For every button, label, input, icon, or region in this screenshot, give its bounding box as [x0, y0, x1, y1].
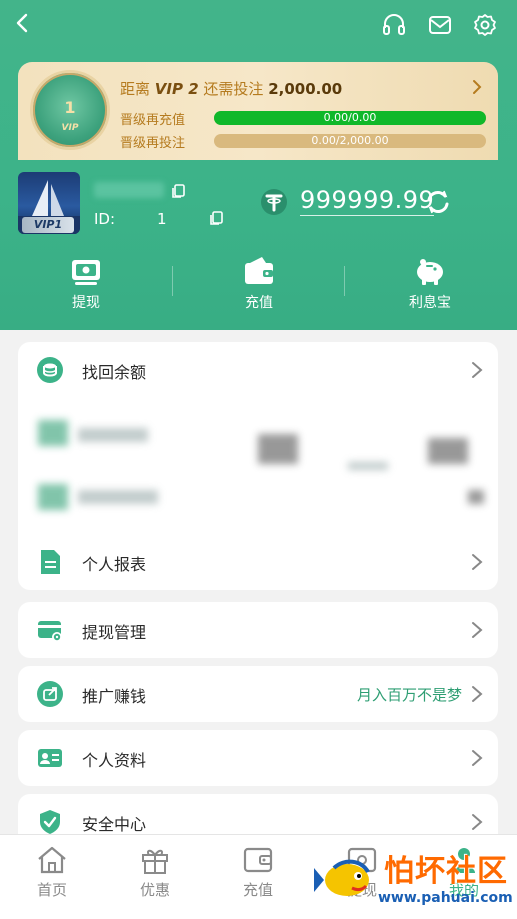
chevron-right-icon [472, 750, 483, 766]
bet-label: 晋级再投注 [120, 136, 186, 151]
account-header: 1 VIP 距离 VIP 2 还需投注 2,000.00 晋级再充值 0.00/… [0, 0, 517, 330]
action-withdraw-label: 提现 [72, 295, 100, 311]
menu-profile[interactable]: 个人资料 [18, 730, 498, 786]
vip-level-badge: 1 VIP [30, 70, 110, 150]
recharge-progress-text: 0.00/0.00 [323, 111, 377, 124]
piggy-bank-icon [417, 259, 443, 285]
user-vip-tag: VIP1 [22, 217, 74, 233]
menu-personal-report-label: 个人报表 [82, 555, 147, 574]
fish-logo-icon [314, 859, 370, 896]
wallet-icon [245, 257, 273, 284]
tab-home[interactable]: 首页 [12, 845, 92, 911]
chevron-right-icon [472, 814, 483, 830]
blurred-text [78, 490, 158, 504]
divider [172, 266, 173, 296]
share-icon [37, 681, 63, 707]
refresh-icon[interactable] [424, 188, 452, 216]
menu-promote-slogan: 月入百万不是梦 [356, 686, 462, 704]
menu-withdraw-management-label: 提现管理 [82, 623, 147, 642]
vip-progress-card[interactable]: 1 VIP 距离 VIP 2 还需投注 2,000.00 晋级再充值 0.00/… [18, 62, 498, 160]
bet-progress-bar: 0.00/2,000.00 [214, 134, 486, 148]
tab-home-label: 首页 [36, 881, 67, 899]
chevron-right-icon[interactable] [468, 78, 486, 96]
chevron-right-icon [472, 686, 483, 702]
report-icon [41, 550, 60, 574]
tab-promotions[interactable]: 优惠 [115, 845, 195, 911]
recharge-progress-bar: 0.00/0.00 [214, 111, 486, 125]
menu-personal-report[interactable]: 个人报表 [18, 534, 498, 590]
vip-mid: 还需投注 [203, 80, 264, 98]
menu-card-main: 找回余额 个人报表 [18, 342, 498, 590]
vip-badge-text: VIP [61, 123, 79, 133]
menu-security-label: 安全中心 [82, 815, 147, 834]
withdraw-icon [72, 260, 100, 285]
chevron-right-icon [472, 622, 483, 638]
menu-card-withdraw: 提现管理 [18, 602, 498, 658]
watermark-text: 怕坏社区 [384, 854, 508, 889]
blurred-icon [38, 484, 68, 510]
action-recharge[interactable]: 充值 [199, 254, 319, 314]
bet-progress-text: 0.00/2,000.00 [311, 134, 389, 147]
gear-icon[interactable] [472, 12, 498, 38]
menu-card-promote: 推广赚钱 月入百万不是梦 [18, 666, 498, 722]
chevron-right-icon [472, 362, 483, 378]
user-id-value: 1 [157, 210, 167, 228]
action-interest-label: 利息宝 [409, 295, 451, 311]
id-card-icon [38, 749, 62, 767]
divider [344, 266, 345, 296]
watermark-url: www.pahuai.com [378, 890, 513, 906]
menu-card-profile: 个人资料 [18, 730, 498, 786]
chevron-right-icon [472, 554, 483, 570]
tab-recharge-label: 充值 [242, 881, 273, 899]
menu-profile-label: 个人资料 [82, 751, 147, 770]
home-icon [38, 846, 66, 874]
vip-next-level-text: 距离 VIP 2 还需投注 2,000.00 [120, 78, 342, 99]
recharge-label: 晋级再充值 [120, 113, 186, 128]
back-icon[interactable] [10, 10, 36, 36]
headset-icon[interactable] [381, 12, 407, 38]
vip-badge-level: 1 [64, 98, 76, 117]
tab-recharge[interactable]: 充值 [218, 845, 298, 911]
watermark: 怕坏社区 www.pahuai.com [312, 846, 517, 919]
blurred-text [428, 438, 468, 464]
gift-icon [142, 849, 168, 874]
card-settings-icon [38, 621, 62, 642]
menu-withdraw-management[interactable]: 提现管理 [18, 602, 498, 658]
action-interest[interactable]: 利息宝 [370, 254, 490, 314]
coins-icon [37, 357, 63, 383]
blurred-text [348, 462, 388, 470]
vip-required-amount: 2,000.00 [268, 80, 343, 98]
username-blurred [94, 182, 164, 198]
blurred-text [78, 428, 148, 442]
balance-amount: 999999.99 [300, 186, 435, 216]
wallet-icon [243, 847, 273, 873]
blurred-text [468, 490, 484, 504]
menu-promote[interactable]: 推广赚钱 月入百万不是梦 [18, 666, 498, 722]
vip-next-level: VIP 2 [154, 80, 199, 98]
top-bar [0, 0, 517, 50]
action-recharge-label: 充值 [245, 295, 273, 311]
action-withdraw[interactable]: 提现 [26, 254, 146, 314]
menu-recover-balance[interactable]: 找回余额 [18, 342, 498, 398]
usdt-coin-icon [261, 189, 287, 215]
copy-icon[interactable] [208, 210, 224, 226]
blurred-icon [38, 420, 68, 446]
user-id-label: ID: [94, 210, 116, 228]
tab-promotions-label: 优惠 [139, 881, 170, 899]
vip-prefix: 距离 [120, 80, 151, 98]
menu-promote-label: 推广赚钱 [82, 687, 147, 706]
mail-icon[interactable] [427, 12, 453, 38]
shield-icon [40, 810, 60, 834]
copy-icon[interactable] [170, 183, 186, 199]
blurred-text [258, 434, 298, 464]
menu-recover-balance-label: 找回余额 [82, 363, 147, 382]
